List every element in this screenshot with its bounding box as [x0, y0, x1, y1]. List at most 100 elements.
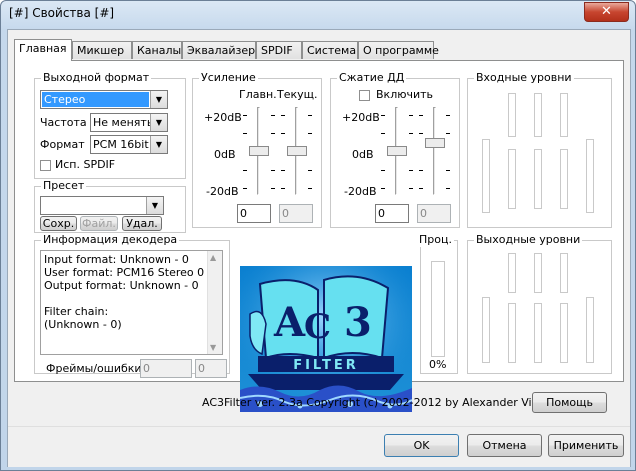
frames-input[interactable]: 0: [140, 359, 192, 378]
input-levels-group: Входные уровни: [467, 71, 612, 228]
copyright-text: AC3Filter ver. 2.3a Copyright (c) 2002-2…: [202, 396, 571, 409]
preset-file-button[interactable]: Файл.: [80, 216, 118, 231]
tab-mixer[interactable]: Микшер: [72, 41, 132, 59]
output-level-meter: [534, 253, 542, 293]
scroll-down-icon[interactable]: ▼: [210, 343, 216, 352]
gain-label: Усиление: [199, 71, 258, 85]
drc-scale-mid: 0dB: [352, 148, 374, 161]
sample-format-label: Формат: [40, 138, 85, 151]
help-button[interactable]: Помощь: [532, 392, 607, 413]
decoder-info-label: Информация декодера: [41, 233, 180, 247]
gain-group: Усиление Главн. Текущ. +20dB 0dB -20dB 0…: [192, 71, 322, 228]
preset-delete-button[interactable]: Удал.: [122, 216, 162, 231]
drc-group: Сжатие ДД Включить +20dB 0dB -20dB 0 0: [330, 71, 460, 228]
drc-scale-top: +20dB: [342, 111, 380, 124]
tab-system[interactable]: Система: [302, 41, 358, 59]
tick: [271, 188, 275, 189]
use-spdif-checkbox[interactable]: [40, 160, 51, 171]
errors-input[interactable]: 0: [195, 359, 227, 378]
drc-enable-checkbox[interactable]: [359, 90, 370, 101]
channel-format-select[interactable]: Стерео ▼: [40, 90, 168, 109]
drc-enable-label: Включить: [376, 88, 434, 101]
cpu-value: 0%: [429, 358, 447, 371]
preset-save-button[interactable]: Сохр.: [40, 216, 77, 231]
drc-scale-bottom: -20dB: [344, 185, 377, 198]
chevron-down-icon[interactable]: ▼: [150, 114, 167, 131]
output-level-meter: [560, 303, 568, 363]
tick: [281, 115, 285, 116]
tick: [381, 115, 385, 116]
tick: [381, 188, 385, 189]
gain-scale-mid: 0dB: [214, 148, 236, 161]
drc-second-slider[interactable]: [425, 138, 445, 148]
close-button[interactable]: ✕: [584, 2, 629, 22]
tick: [446, 170, 450, 171]
gain-main-slider[interactable]: [249, 146, 269, 156]
logo-banner-text: FILTER: [293, 358, 359, 373]
preset-group: Пресет ▼ Сохр. Файл. Удал.: [34, 179, 186, 233]
output-level-meter: [508, 253, 516, 293]
gain-current-label: Текущ.: [277, 88, 318, 101]
input-level-meter: [482, 139, 490, 213]
tab-page-main: Выходной формат Стерео ▼ Частота Не меня…: [14, 60, 624, 412]
tick: [419, 115, 423, 116]
preset-combo[interactable]: ▼: [40, 196, 164, 215]
input-level-meter: [534, 149, 542, 209]
gain-current-slider[interactable]: [287, 146, 307, 156]
ship-logo-icon: A C 3 FILTER: [239, 266, 413, 412]
gain-current-input[interactable]: 0: [279, 204, 313, 223]
drc-value2-input[interactable]: 0: [417, 204, 451, 223]
cancel-button[interactable]: Отмена: [467, 434, 542, 457]
tick: [243, 188, 247, 189]
tab-main[interactable]: Главная: [14, 39, 72, 61]
tick: [446, 115, 450, 116]
output-levels-label: Выходные уровни: [474, 233, 583, 247]
output-levels-group: Выходные уровни: [467, 233, 612, 374]
gain-main-input[interactable]: 0: [237, 204, 271, 223]
output-format-label: Выходной формат: [41, 71, 152, 85]
drc-value-input[interactable]: 0: [375, 204, 409, 223]
output-level-meter: [586, 297, 594, 363]
tick: [243, 115, 247, 116]
output-level-meter: [482, 297, 490, 363]
tick: [446, 133, 450, 134]
info-line: User format: PCM16 Stereo 0: [44, 266, 205, 279]
title-bar[interactable]: [#] Свойства [#] ✕: [1, 1, 635, 27]
tab-about[interactable]: О программе: [358, 41, 439, 59]
input-level-meter: [560, 149, 568, 209]
input-level-meter: [560, 93, 568, 137]
tab-channels[interactable]: Каналы: [132, 41, 182, 59]
tick: [271, 133, 275, 134]
info-line: Input format: Unknown - 0: [44, 253, 189, 266]
tick: [271, 115, 275, 116]
decoder-info-text[interactable]: Input format: Unknown - 0 User format: P…: [40, 250, 223, 355]
input-level-meter: [534, 93, 542, 137]
chevron-down-icon[interactable]: ▼: [150, 91, 167, 108]
frequency-value: Не менять: [93, 116, 154, 129]
drc-label: Сжатие ДД: [337, 71, 407, 85]
cpu-group: Проц. 0%: [417, 233, 458, 374]
sample-format-select[interactable]: PCM 16bit ▼: [90, 135, 168, 154]
ok-button[interactable]: OK: [384, 434, 459, 457]
tick: [419, 188, 423, 189]
tab-spdif[interactable]: SPDIF: [256, 41, 302, 59]
input-levels-label: Входные уровни: [474, 71, 574, 85]
use-spdif-label: Исп. SPDIF: [55, 158, 116, 171]
drc-main-slider[interactable]: [387, 146, 407, 156]
chevron-down-icon[interactable]: ▼: [150, 136, 167, 153]
info-scrollbar[interactable]: ▲ ▼: [207, 251, 222, 354]
tick: [281, 188, 285, 189]
tick: [308, 188, 312, 189]
tick: [308, 115, 312, 116]
apply-button[interactable]: Применить: [548, 434, 624, 457]
chevron-down-icon[interactable]: ▼: [146, 197, 163, 214]
output-level-meter: [534, 303, 542, 363]
tick: [381, 133, 385, 134]
output-level-meter: [560, 253, 568, 293]
frequency-select[interactable]: Не менять ▼: [90, 113, 168, 132]
scroll-up-icon[interactable]: ▲: [210, 253, 216, 262]
ac3filter-logo: A C 3 FILTER: [239, 266, 413, 412]
tick: [409, 133, 413, 134]
tab-equalizer[interactable]: Эквалайзер: [182, 41, 256, 59]
tick: [271, 170, 275, 171]
